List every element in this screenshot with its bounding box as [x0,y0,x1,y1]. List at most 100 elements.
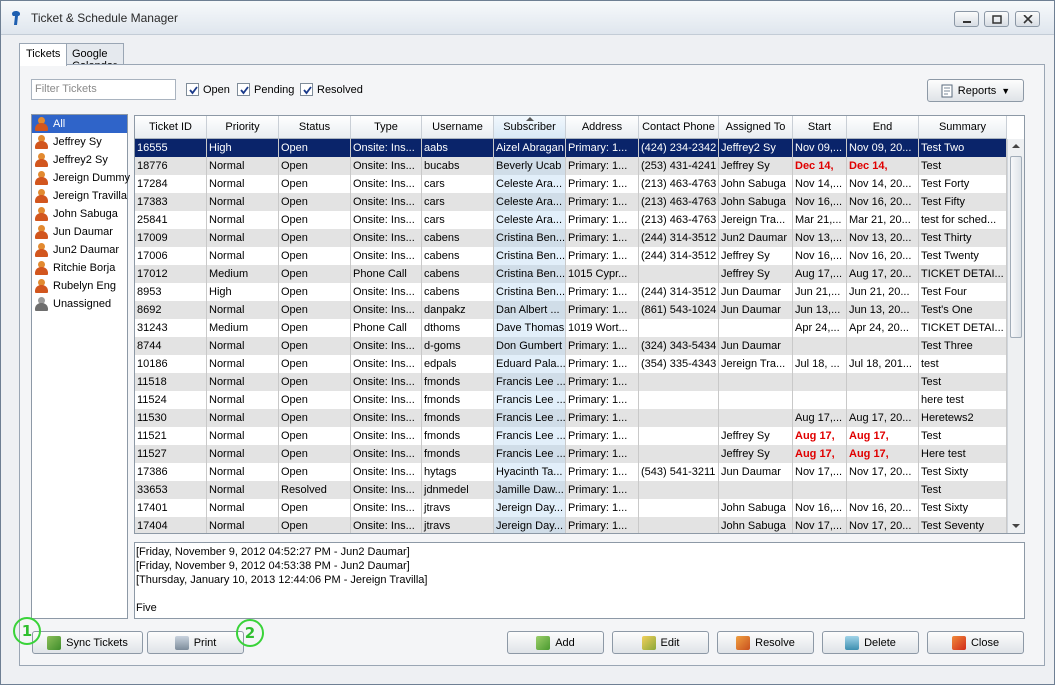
table-cell: 17009 [135,229,207,247]
table-row[interactable]: 17404 Normal Open Onsite: Ins... jtravs Jerei… [135,517,1007,533]
table-row[interactable]: 33653 Normal Resolved Onsite: Ins... jdnmede… [135,481,1007,499]
scroll-down-icon[interactable] [1012,523,1020,529]
column-header[interactable]: Username [422,116,494,139]
table-cell: Jeffrey Sy [719,445,793,463]
table-row[interactable]: 17009 Normal Open Onsite: Ins... cabens Crist… [135,229,1007,247]
edit-button[interactable]: Edit [612,631,709,654]
open-label: Open [203,83,230,96]
table-cell: (213) 463-4763 [639,211,719,229]
table-row[interactable]: 17401 Normal Open Onsite: Ins... jtravs Jerei… [135,499,1007,517]
table-cell: Test Four [919,283,1007,301]
table-row[interactable]: 8692 Normal Open Onsite: Ins... danpakz Dan A… [135,301,1007,319]
checkbox-box[interactable] [186,83,199,96]
column-header[interactable]: Assigned To [719,116,793,139]
table-row[interactable]: 11524 Normal Open Onsite: Ins... fmonds Franc… [135,391,1007,409]
table-row[interactable]: 11521 Normal Open Onsite: Ins... fmonds Franc… [135,427,1007,445]
checkbox-box[interactable] [237,83,250,96]
table-cell: Open [279,139,351,157]
column-header[interactable]: Contact Phone [639,116,719,139]
column-header[interactable]: Priority [207,116,279,139]
resolved-checkbox[interactable]: Resolved [300,83,363,96]
scroll-up-icon[interactable] [1012,143,1020,149]
checkbox-box[interactable] [300,83,313,96]
table-row[interactable]: 11518 Normal Open Onsite: Ins... fmonds Franc… [135,373,1007,391]
table-row[interactable]: 11527 Normal Open Onsite: Ins... fmonds Franc… [135,445,1007,463]
column-header[interactable]: Subscriber [494,116,566,139]
table-cell: (354) 335-4343 [639,355,719,373]
column-header[interactable]: Address [566,116,639,139]
minimize-button[interactable] [954,11,979,27]
title-bar[interactable]: Ticket & Schedule Manager [1,1,1054,35]
table-row[interactable]: 11530 Normal Open Onsite: Ins... fmonds Franc… [135,409,1007,427]
column-header[interactable]: Status [279,116,351,139]
user-list-item[interactable]: Rubelyn Eng [32,277,127,295]
user-list-item[interactable]: Jun Daumar [32,223,127,241]
table-row[interactable]: 16555 High Open Onsite: Ins... aabs Aizel Abr… [135,139,1007,157]
maximize-button[interactable] [984,11,1009,27]
app-logo-icon [12,11,21,25]
table-cell [719,409,793,427]
close-window-button[interactable] [1015,11,1040,27]
pending-checkbox[interactable]: Pending [237,83,294,96]
scroll-thumb[interactable] [1010,156,1022,338]
tab-google-calendar[interactable]: Google Calendar [65,43,124,72]
user-list-item[interactable]: John Sabuga [32,205,127,223]
table-cell: Jereign Tra... [719,211,793,229]
user-list-item[interactable]: All [32,115,127,133]
resolve-button[interactable]: Resolve [717,631,814,654]
table-cell: Onsite: Ins... [351,427,422,445]
table-row[interactable]: 18776 Normal Open Onsite: Ins... bucabs Bever… [135,157,1007,175]
user-label: Ritchie Borja [53,262,116,274]
table-row[interactable]: 17383 Normal Open Onsite: Ins... cars Celeste… [135,193,1007,211]
user-list-item[interactable]: Jereign Travilla [32,187,127,205]
reports-button[interactable]: Reports ▼ [927,79,1024,102]
open-checkbox[interactable]: Open [186,83,230,96]
table-cell: Jereign Day... [494,517,566,533]
user-list-item[interactable]: Jeffrey2 Sy [32,151,127,169]
table-row[interactable]: 10186 Normal Open Onsite: Ins... edpals Eduar… [135,355,1007,373]
add-button[interactable]: Add [507,631,604,654]
table-cell: fmonds [422,373,494,391]
table-row[interactable]: 31243 Medium Open Phone Call dthoms Dave Thom… [135,319,1007,337]
column-header[interactable]: Type [351,116,422,139]
vertical-scrollbar[interactable] [1007,139,1024,533]
ticket-log[interactable]: [Friday, November 9, 2012 04:52:27 PM - … [134,542,1025,619]
user-list-item[interactable]: Jun2 Daumar [32,241,127,259]
table-cell: Jul 18, ... [793,355,847,373]
table-cell: Open [279,445,351,463]
table-cell: Primary: 1... [566,139,639,157]
table-cell: John Sabuga [719,175,793,193]
table-cell: Primary: 1... [566,283,639,301]
column-header[interactable]: Ticket ID [135,116,207,139]
table-cell: Open [279,301,351,319]
user-list-item[interactable]: Unassigned [32,295,127,313]
table-cell: 16555 [135,139,207,157]
user-list-item[interactable]: Ritchie Borja [32,259,127,277]
table-cell: Open [279,211,351,229]
user-list-item[interactable]: Jeffrey Sy [32,133,127,151]
column-header[interactable]: End [847,116,919,139]
filter-tickets-input[interactable]: Filter Tickets [31,79,176,100]
table-row[interactable]: 25841 Normal Open Onsite: Ins... cars Celeste… [135,211,1007,229]
table-cell: Onsite: Ins... [351,211,422,229]
delete-button[interactable]: Delete [822,631,919,654]
table-row[interactable]: 17386 Normal Open Onsite: Ins... hytags Hyaci… [135,463,1007,481]
table-cell: Jamille Daw... [494,481,566,499]
close-label: Close [970,636,1000,649]
close-button[interactable]: Close [927,631,1024,654]
tab-tickets[interactable]: Tickets [19,43,68,66]
table-cell: cars [422,175,494,193]
table-cell: Test [919,373,1007,391]
table-row[interactable]: 17012 Medium Open Phone Call cabens Cristina … [135,265,1007,283]
table-cell: Test [919,481,1007,499]
resolved-label: Resolved [317,83,363,96]
table-row[interactable]: 17006 Normal Open Onsite: Ins... cabens Crist… [135,247,1007,265]
table-row[interactable]: 8744 Normal Open Onsite: Ins... d-goms Don Gu… [135,337,1007,355]
sync-tickets-button[interactable]: Sync Tickets [32,631,143,654]
user-list-item[interactable]: Jereign Dummy [32,169,130,187]
column-header[interactable]: Summary [919,116,1007,139]
table-row[interactable]: 8953 High Open Onsite: Ins... cabens Cristina… [135,283,1007,301]
table-row[interactable]: 17284 Normal Open Onsite: Ins... cars Celeste… [135,175,1007,193]
print-button[interactable]: Print [147,631,244,654]
column-header[interactable]: Start [793,116,847,139]
